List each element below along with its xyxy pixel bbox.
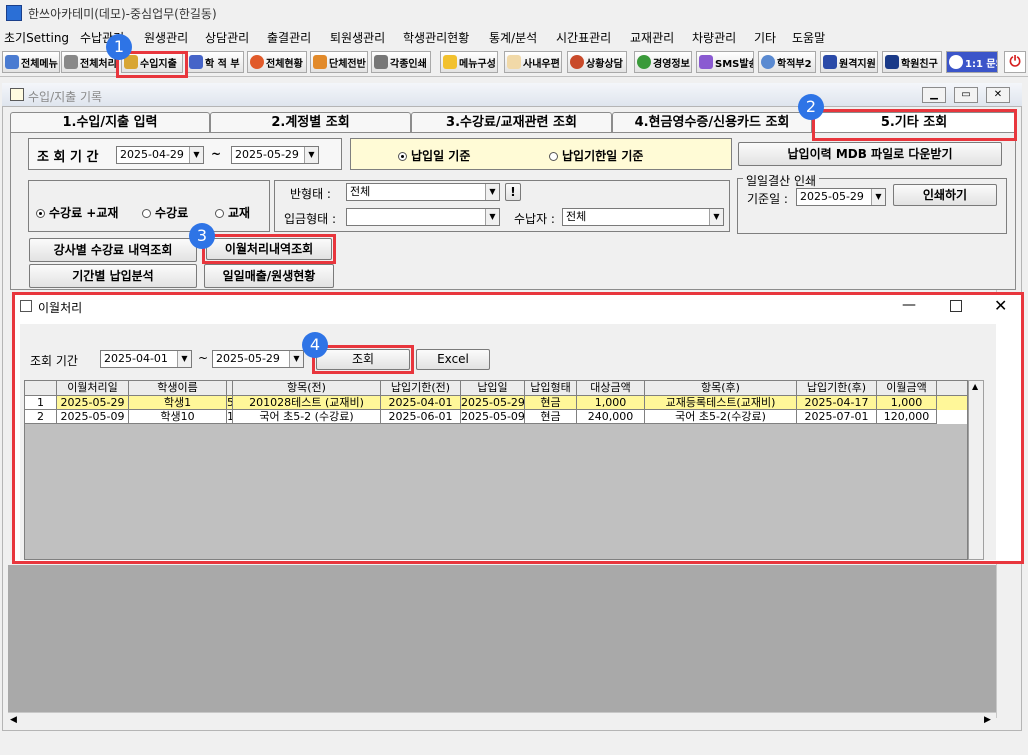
etc-tab-highlight [812, 109, 1017, 141]
menu-help[interactable]: 도움말 [792, 29, 825, 46]
deposit-type-select[interactable]: ▼ [346, 208, 500, 226]
menu-initial-setting[interactable]: 초기Setting [4, 29, 69, 46]
tab-receipt-card-query[interactable]: 4.현금영수증/신용카드 조회 [612, 112, 812, 133]
app-icon [6, 5, 22, 21]
check-icon [761, 55, 775, 69]
minimize-button[interactable]: ▁ [922, 87, 946, 103]
radio-fee-book[interactable]: 수강료 +교재 [36, 204, 118, 221]
horizontal-scrollbar[interactable]: ◀ ▶ [8, 712, 996, 728]
window-title: 수입/지출 기록 [28, 90, 103, 104]
tilde: ~ [211, 147, 222, 161]
dialog-highlight [12, 292, 1024, 564]
star-icon [443, 55, 457, 69]
period-analysis-button[interactable]: 기간별 납입분석 [29, 264, 197, 288]
toolbar-sms[interactable]: SMS발송 [696, 51, 754, 73]
menu-timetable[interactable]: 시간표관리 [556, 29, 611, 46]
radio-pay-date[interactable]: 납입일 기준 [398, 147, 470, 164]
chevron-down-icon: ▼ [485, 209, 499, 225]
toolbar-internal-mail[interactable]: 사내우편 [504, 51, 562, 73]
step-badge-2: 2 [798, 94, 824, 120]
teacher-fee-button[interactable]: 강사별 수강료 내역조회 [29, 238, 197, 262]
toolbar-overview[interactable]: 전체현황 [247, 51, 307, 73]
toolbar-group[interactable]: 단체전반 [310, 51, 368, 73]
menu-etc[interactable]: 기타 [754, 29, 776, 46]
daily-settlement-label: 일일결산 인쇄 [743, 172, 820, 189]
toolbar-qna[interactable]: 1:1 문의 [946, 51, 998, 73]
menu-student-status[interactable]: 학생관리현황 [403, 29, 469, 46]
tab-account-query[interactable]: 2.계정별 조회 [210, 112, 411, 133]
menu-counsel[interactable]: 상담관리 [205, 29, 249, 46]
radio-fee[interactable]: 수강료 [142, 204, 188, 221]
globe-icon [637, 55, 651, 69]
printer-icon [374, 55, 388, 69]
friend-icon [885, 55, 899, 69]
toolbar-print[interactable]: 각종인쇄 [371, 51, 431, 73]
phone-icon [699, 55, 713, 69]
tab-income-expense-input[interactable]: 1.수입/지출 입력 [10, 112, 210, 133]
maximize-button[interactable]: ▭ [954, 87, 978, 103]
chat-icon [949, 55, 963, 69]
power-icon[interactable]: ⏻ [1004, 51, 1026, 73]
class-type-label: 반형태 : [290, 187, 331, 201]
chevron-down-icon: ▼ [304, 147, 318, 163]
period-from-date[interactable]: 2025-04-29 ▼ [116, 146, 204, 164]
print-button[interactable]: 인쇄하기 [893, 184, 997, 206]
payer-label: 수납자 : [514, 212, 555, 226]
monitor-icon [823, 55, 837, 69]
background-area [8, 565, 996, 712]
menu-textbook[interactable]: 교재관리 [630, 29, 674, 46]
scroll-left-icon[interactable]: ◀ [10, 715, 17, 725]
window-title-bar: 수입/지출 기록 ▁ ▭ ✕ [2, 83, 1022, 107]
close-button[interactable]: ✕ [986, 87, 1010, 103]
toolbar-friend[interactable]: 학원친구 [882, 51, 942, 73]
person-icon [570, 55, 584, 69]
toolbar-consult[interactable]: 상황상담 [567, 51, 627, 73]
toolbar-all-menu[interactable]: 전체메뉴 [2, 51, 60, 73]
chevron-down-icon: ▼ [189, 147, 203, 163]
chevron-down-icon: ▼ [485, 184, 499, 200]
menu-withdrawn[interactable]: 퇴원생관리 [330, 29, 385, 46]
chevron-down-icon: ▼ [871, 189, 885, 205]
base-date-select[interactable]: 2025-05-29 ▼ [796, 188, 886, 206]
exclamation-button[interactable]: ! [505, 183, 521, 201]
daily-sales-button[interactable]: 일일매출/원생현황 [204, 264, 334, 288]
download-mdb-button[interactable]: 납입이력 MDB 파일로 다운받기 [738, 142, 1002, 166]
tab-fee-query[interactable]: 3.수강료/교재관련 조회 [411, 112, 612, 133]
toolbar-management[interactable]: 경영정보 [634, 51, 692, 73]
step-badge-4: 4 [302, 332, 328, 358]
carryover-query-button[interactable]: 이월처리내역조회 [206, 238, 332, 260]
step-badge-1: 1 [106, 34, 132, 60]
toolbar-remote[interactable]: 원격지원 [820, 51, 878, 73]
book-icon [189, 55, 203, 69]
gear-icon [64, 55, 78, 69]
menu-statistics[interactable]: 통계/분석 [489, 29, 537, 46]
menu-vehicle[interactable]: 차량관리 [692, 29, 736, 46]
period-label: 조 회 기 간 [37, 150, 99, 165]
mail-icon [507, 55, 521, 69]
step-badge-3: 3 [189, 223, 215, 249]
class-type-select[interactable]: 전체 ▼ [346, 183, 500, 201]
app-title: 한쓰아카테미(데모)-중심업무(한길동) [28, 7, 217, 21]
payer-select[interactable]: 전체 ▼ [562, 208, 724, 226]
menu-bar: 초기Setting 수납관리 원생관리 상담관리 출결관리 퇴원생관리 학생관리… [0, 26, 1028, 48]
users-icon [313, 55, 327, 69]
document-icon [10, 88, 24, 101]
radio-due-date[interactable]: 납입기한일 기준 [549, 147, 643, 164]
menu-student[interactable]: 원생관리 [144, 29, 188, 46]
chart-icon [250, 55, 264, 69]
radio-book[interactable]: 교재 [215, 204, 250, 221]
toolbar-student-record[interactable]: 학 적 부 [186, 51, 244, 73]
period-to-date[interactable]: 2025-05-29 ▼ [231, 146, 319, 164]
scroll-right-icon[interactable]: ▶ [984, 715, 991, 725]
home-icon [5, 55, 19, 69]
deposit-type-label: 입금형태 : [284, 212, 337, 226]
toolbar-menu-config[interactable]: 메뉴구성 [440, 51, 498, 73]
menu-attendance[interactable]: 출결관리 [267, 29, 311, 46]
base-date-label: 기준일 : [747, 192, 788, 206]
toolbar-record2[interactable]: 학적부2 [758, 51, 816, 73]
chevron-down-icon: ▼ [709, 209, 723, 225]
